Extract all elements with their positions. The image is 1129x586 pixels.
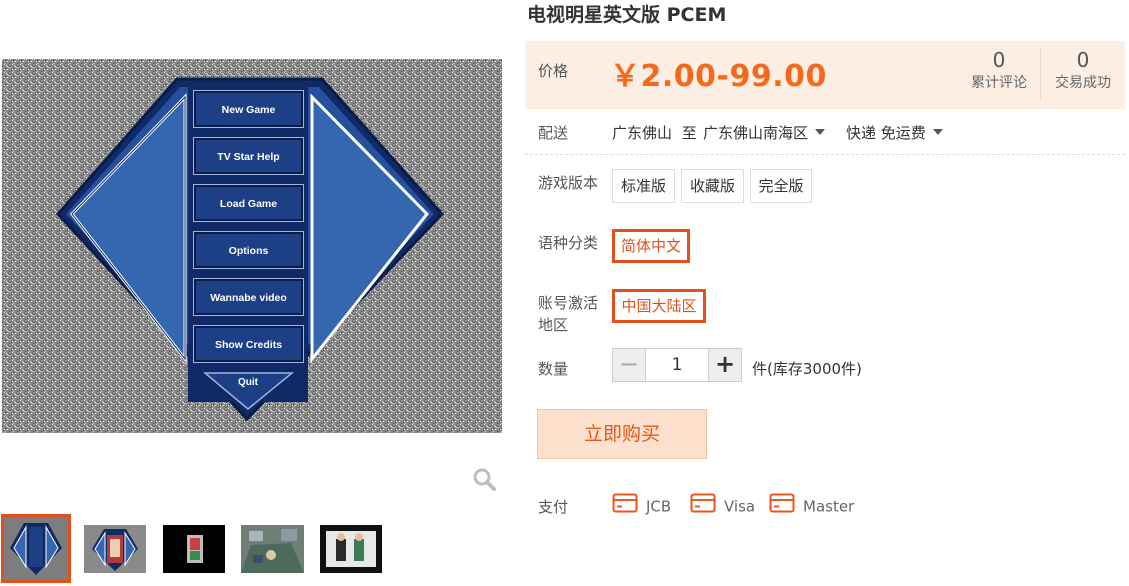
quantity-input[interactable]: 1: [646, 349, 708, 381]
review-stat[interactable]: 0 累计评论: [963, 47, 1035, 93]
shipping-from: 广东佛山: [612, 124, 673, 142]
credit-card-icon: [690, 493, 716, 517]
thumbnail-2[interactable]: [84, 525, 146, 573]
review-label: 累计评论: [971, 75, 1027, 91]
quantity-decrease-button[interactable]: −: [612, 348, 646, 382]
menu-button-label: Options: [229, 245, 269, 257]
review-count: 0: [992, 48, 1006, 72]
product-title: 电视明星英文版 PCEM: [527, 4, 727, 26]
region-label-line2: 地区: [538, 316, 569, 334]
quit-label: Quit: [238, 377, 259, 388]
payment-method-master: Master: [769, 493, 855, 519]
stat-divider: [1040, 48, 1041, 100]
payment-method-visa: Visa: [690, 493, 756, 519]
thumbnail-5[interactable]: [320, 525, 382, 573]
buy-now-button[interactable]: 立即购买: [537, 409, 707, 459]
thumbnail-1[interactable]: [1, 514, 71, 583]
payment-method-jcb: JCB: [612, 493, 672, 519]
region-label-line1: 账号激活: [538, 294, 599, 312]
menu-button-label: Wannabe video: [210, 292, 287, 304]
trade-stat: 0 交易成功: [1047, 47, 1119, 93]
chevron-down-icon: [932, 128, 943, 135]
language-label: 语种分类: [538, 234, 599, 252]
payment-method-label: JCB: [646, 497, 672, 516]
quantity-label: 数量: [538, 360, 569, 378]
shipping-method: 快递 免运费: [846, 124, 926, 142]
version-option-collector[interactable]: 收藏版: [681, 169, 744, 203]
zoom-icon[interactable]: [471, 466, 497, 492]
payment-method-label: Master: [803, 497, 855, 516]
price-value: ￥2.00-99.00: [610, 59, 827, 94]
version-label: 游戏版本: [538, 174, 599, 192]
shipping-method-select[interactable]: 快递 免运费: [846, 122, 943, 143]
price-label: 价格: [538, 62, 569, 80]
version-option-complete[interactable]: 完全版: [750, 169, 812, 203]
region-option-mainland-china[interactable]: 中国大陆区: [612, 289, 706, 323]
trade-label: 交易成功: [1055, 75, 1111, 91]
version-option-standard[interactable]: 标准版: [612, 169, 675, 203]
shipping-destination: 广东佛山南海区: [703, 124, 809, 142]
menu-button-label: Show Credits: [215, 339, 282, 351]
credit-card-icon: [769, 493, 795, 517]
divider: [525, 154, 1125, 155]
menu-button-label: New Game: [222, 104, 276, 116]
shipping-route: 广东佛山 至: [612, 122, 697, 143]
payment-method-label: Visa: [724, 497, 756, 516]
shipping-to-word: 至: [681, 124, 697, 142]
trade-count: 0: [1076, 48, 1090, 72]
shipping-destination-select[interactable]: 广东佛山南海区: [703, 122, 826, 143]
menu-button-label: TV Star Help: [217, 151, 279, 163]
main-product-image[interactable]: New Game TV Star Help Load Game Options Wann…: [2, 59, 502, 433]
chevron-down-icon: [815, 128, 826, 135]
credit-card-icon: [612, 493, 638, 517]
quantity-increase-button[interactable]: +: [708, 348, 742, 382]
thumbnail-3[interactable]: [163, 525, 225, 573]
thumbnail-4[interactable]: [241, 525, 304, 573]
menu-button-label: Load Game: [220, 198, 277, 210]
shipping-label: 配送: [538, 124, 569, 142]
payment-label: 支付: [538, 498, 569, 516]
region-label: 账号激活 地区: [538, 292, 598, 336]
stock-info: 件(库存3000件): [752, 360, 862, 378]
language-option-simplified-chinese[interactable]: 简体中文: [612, 229, 690, 263]
